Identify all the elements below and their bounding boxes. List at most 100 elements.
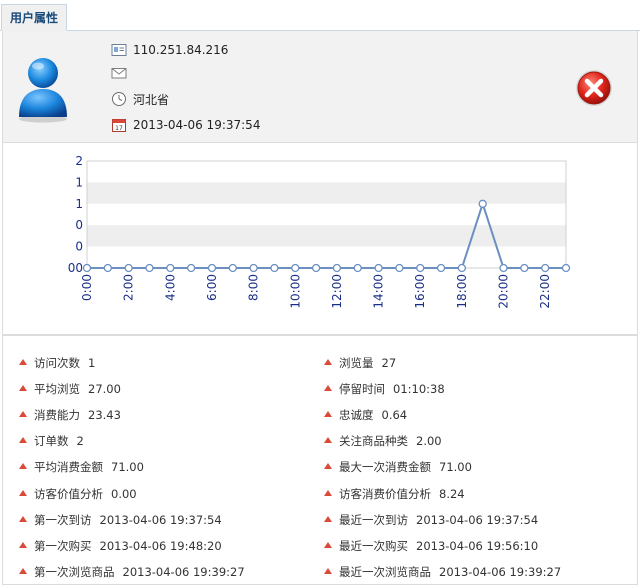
grid-band — [87, 182, 566, 204]
stat-value: 71.00 — [439, 460, 472, 475]
stat-label: 最近一次浏览商品 — [339, 564, 431, 579]
triangle-bullet-icon — [19, 541, 27, 548]
data-point — [82, 263, 92, 273]
x-tick-label: 14:00 — [372, 274, 386, 309]
stat-label: 最大一次消费金额 — [339, 460, 431, 475]
data-point — [103, 263, 112, 273]
data-point — [291, 263, 300, 273]
x-tick-label: 4:00 — [163, 274, 177, 301]
stat-label: 访问次数 — [34, 356, 80, 370]
svg-text:17: 17 — [115, 125, 123, 132]
triangle-bullet-icon — [324, 385, 332, 392]
stat-row: 第一次购买 2013-04-06 19:48:20 — [19, 538, 222, 554]
grid-band — [87, 161, 566, 183]
stat-row: 停留时间 01:10:38 — [324, 381, 445, 397]
x-tick-label: 2:00 — [122, 274, 136, 301]
stat-label: 浏览量 — [339, 356, 374, 370]
triangle-bullet-icon — [19, 411, 27, 418]
stat-value: 2013-04-06 19:37:54 — [416, 512, 539, 527]
data-point — [374, 263, 383, 273]
stat-value: 2013-04-06 19:39:27 — [439, 564, 562, 579]
triangle-bullet-icon — [324, 411, 332, 418]
calendar-icon: 17 — [112, 119, 126, 132]
stat-label: 消费能力 — [34, 408, 80, 423]
stat-label: 停留时间 — [339, 382, 385, 397]
stat-value: 0.64 — [381, 408, 408, 423]
close-icon[interactable] — [574, 68, 614, 108]
stat-value: 8.24 — [439, 486, 465, 501]
hourly-visits-chart-panel: 2 1 1 0 0 00 0:00 2:00 4:00 6:00 8:00 10:00 12:00 14:… — [2, 143, 638, 335]
data-point — [166, 263, 175, 273]
grid-band — [87, 246, 566, 268]
y-tick-label: 1 — [75, 197, 83, 211]
triangle-bullet-icon — [324, 437, 332, 444]
email-row — [111, 64, 133, 82]
triangle-bullet-icon — [19, 359, 27, 365]
stat-row: 第一次浏览商品 2013-04-06 19:39:27 — [19, 564, 245, 580]
ip-address: 110.251.84.216 — [133, 43, 229, 57]
stat-row: 订单数 2 — [19, 433, 84, 449]
stat-label: 平均浏览 — [34, 382, 80, 397]
y-tick-label: 1 — [75, 175, 83, 189]
stat-row: 平均浏览 27.00 — [19, 381, 121, 397]
stat-value: 2013-04-06 19:56:10 — [416, 538, 539, 553]
user-profile-panel: 110.251.84.216 河北省 17 2013-04-06 19:37:5… — [2, 31, 638, 143]
data-point — [186, 263, 196, 273]
data-point — [270, 263, 279, 273]
triangle-bullet-icon — [19, 489, 27, 496]
visit-datetime: 2013-04-06 19:37:54 — [133, 118, 261, 132]
datetime-row: 17 2013-04-06 19:37:54 — [111, 116, 260, 134]
triangle-bullet-icon — [324, 463, 332, 470]
stat-row: 访问次数 1 — [19, 355, 95, 371]
stat-row: 访客价值分析 0.00 — [19, 486, 137, 502]
tab-user-attributes[interactable]: 用户属性 — [1, 4, 67, 31]
triangle-bullet-icon — [324, 489, 332, 496]
triangle-bullet-icon — [324, 541, 332, 548]
triangle-bullet-icon — [324, 359, 332, 365]
data-point — [207, 263, 217, 273]
data-point — [561, 263, 571, 273]
stat-label: 订单数 — [34, 434, 69, 449]
stat-row: 第一次到访 2013-04-06 19:37:54 — [19, 512, 222, 528]
stat-row: 浏览量 27 — [324, 355, 396, 371]
data-point — [145, 263, 154, 273]
y-tick-label: 00 — [68, 261, 83, 275]
triangle-bullet-icon — [324, 515, 332, 522]
data-point — [499, 263, 508, 273]
y-tick-label: 0 — [75, 240, 83, 254]
x-tick-label: 22:00 — [538, 274, 552, 309]
triangle-bullet-icon — [19, 385, 27, 392]
stat-value: 2.00 — [416, 434, 442, 449]
stat-row: 忠诚度 0.64 — [324, 407, 407, 423]
stat-value: 01:10:38 — [393, 382, 445, 397]
stat-row: 最近一次购买 2013-04-06 19:56:10 — [324, 538, 538, 554]
data-point — [395, 263, 404, 273]
x-tick-label: 6:00 — [205, 274, 219, 301]
x-tick-label: 8:00 — [247, 274, 261, 301]
stat-value: 1 — [88, 356, 96, 370]
stat-label: 第一次购买 — [34, 538, 92, 553]
tab-bar: 用户属性 — [0, 0, 640, 31]
stat-row: 最近一次浏览商品 2013-04-06 19:39:27 — [324, 564, 561, 580]
stat-value: 2 — [76, 434, 84, 449]
stat-value: 0.00 — [111, 486, 137, 501]
x-tick-label: 10:00 — [288, 274, 302, 309]
data-point — [416, 263, 425, 273]
data-point — [124, 263, 133, 273]
region-name: 河北省 — [133, 92, 170, 107]
stat-label: 最近一次到访 — [339, 512, 408, 527]
stat-label: 忠诚度 — [339, 408, 374, 423]
stat-value: 2013-04-06 19:39:27 — [122, 564, 245, 579]
stat-label: 平均消费金额 — [34, 460, 103, 475]
y-tick-label: 0 — [75, 218, 83, 232]
stat-label: 关注商品种类 — [339, 434, 408, 449]
user-stats-panel: 访问次数 1 平均浏览 27.00 消费能力 23.43 订单数 2 平均消费金额 71.00 访客… — [2, 335, 638, 585]
stat-label: 最近一次购买 — [339, 538, 408, 553]
stat-row: 访客消费价值分析 8.24 — [324, 486, 465, 502]
clock-icon — [112, 92, 126, 106]
triangle-bullet-icon — [19, 437, 27, 444]
x-tick-label: 16:00 — [413, 274, 427, 309]
y-tick-label: 2 — [75, 154, 83, 168]
data-point — [520, 263, 529, 273]
stat-label: 访客消费价值分析 — [339, 486, 431, 501]
